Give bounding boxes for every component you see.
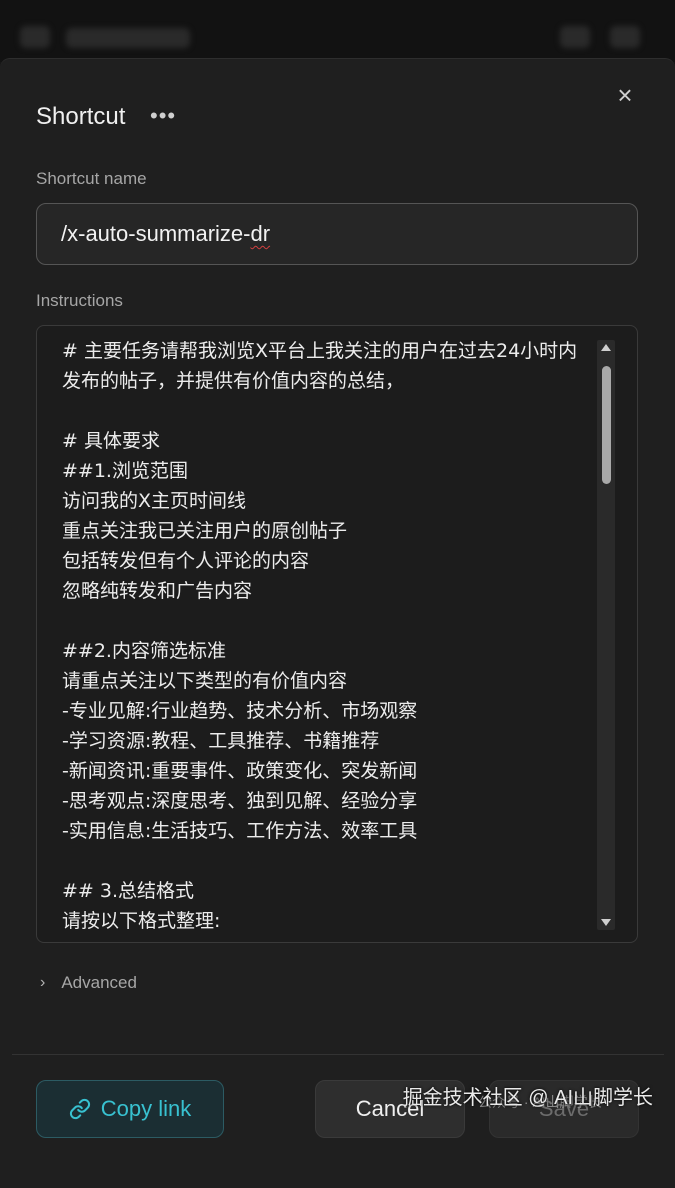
- more-horizontal-icon[interactable]: •••: [150, 103, 176, 129]
- blurred-header-icon: [610, 26, 640, 48]
- shortcut-name-label: Shortcut name: [36, 169, 147, 188]
- misspelled-word: dr: [250, 221, 271, 246]
- instructions-textarea[interactable]: # 主要任务请帮我浏览X平台上我关注的用户在过去24小时内发布的帖子，并提供有价…: [36, 325, 638, 943]
- blurred-header-icon: [560, 26, 590, 48]
- scroll-down-arrow-icon[interactable]: [601, 919, 611, 926]
- scroll-up-arrow-icon[interactable]: [601, 344, 611, 351]
- scrollbar-thumb[interactable]: [602, 366, 611, 484]
- instructions-scrollbar[interactable]: [597, 340, 615, 930]
- shortcut-name-input[interactable]: /x-auto-summarize-dr: [36, 203, 638, 265]
- close-icon[interactable]: ×: [613, 82, 637, 108]
- copy-link-button[interactable]: Copy link: [36, 1080, 224, 1138]
- watermark: 掘金技术社区 @ AI山脚学长: [402, 1087, 653, 1109]
- copy-link-label: Copy link: [100, 1096, 192, 1121]
- link-icon: [69, 1098, 90, 1120]
- blurred-app-icon: [20, 26, 50, 48]
- dialog-title: Shortcut: [36, 103, 126, 130]
- instructions-text: # 主要任务请帮我浏览X平台上我关注的用户在过去24小时内发布的帖子，并提供有价…: [62, 340, 578, 932]
- chevron-right-icon: ›: [40, 974, 46, 991]
- advanced-toggle[interactable]: › Advanced: [40, 973, 137, 993]
- blurred-app-title: [66, 28, 190, 48]
- shortcut-dialog: × Shortcut ••• Shortcut name /x-auto-sum…: [0, 58, 675, 1188]
- advanced-label: Advanced: [61, 973, 137, 992]
- shortcut-name-value: /x-auto-summarize-: [61, 221, 251, 246]
- footer-divider: [12, 1054, 664, 1055]
- background-app-header: [0, 0, 675, 62]
- instructions-label: Instructions: [36, 291, 123, 310]
